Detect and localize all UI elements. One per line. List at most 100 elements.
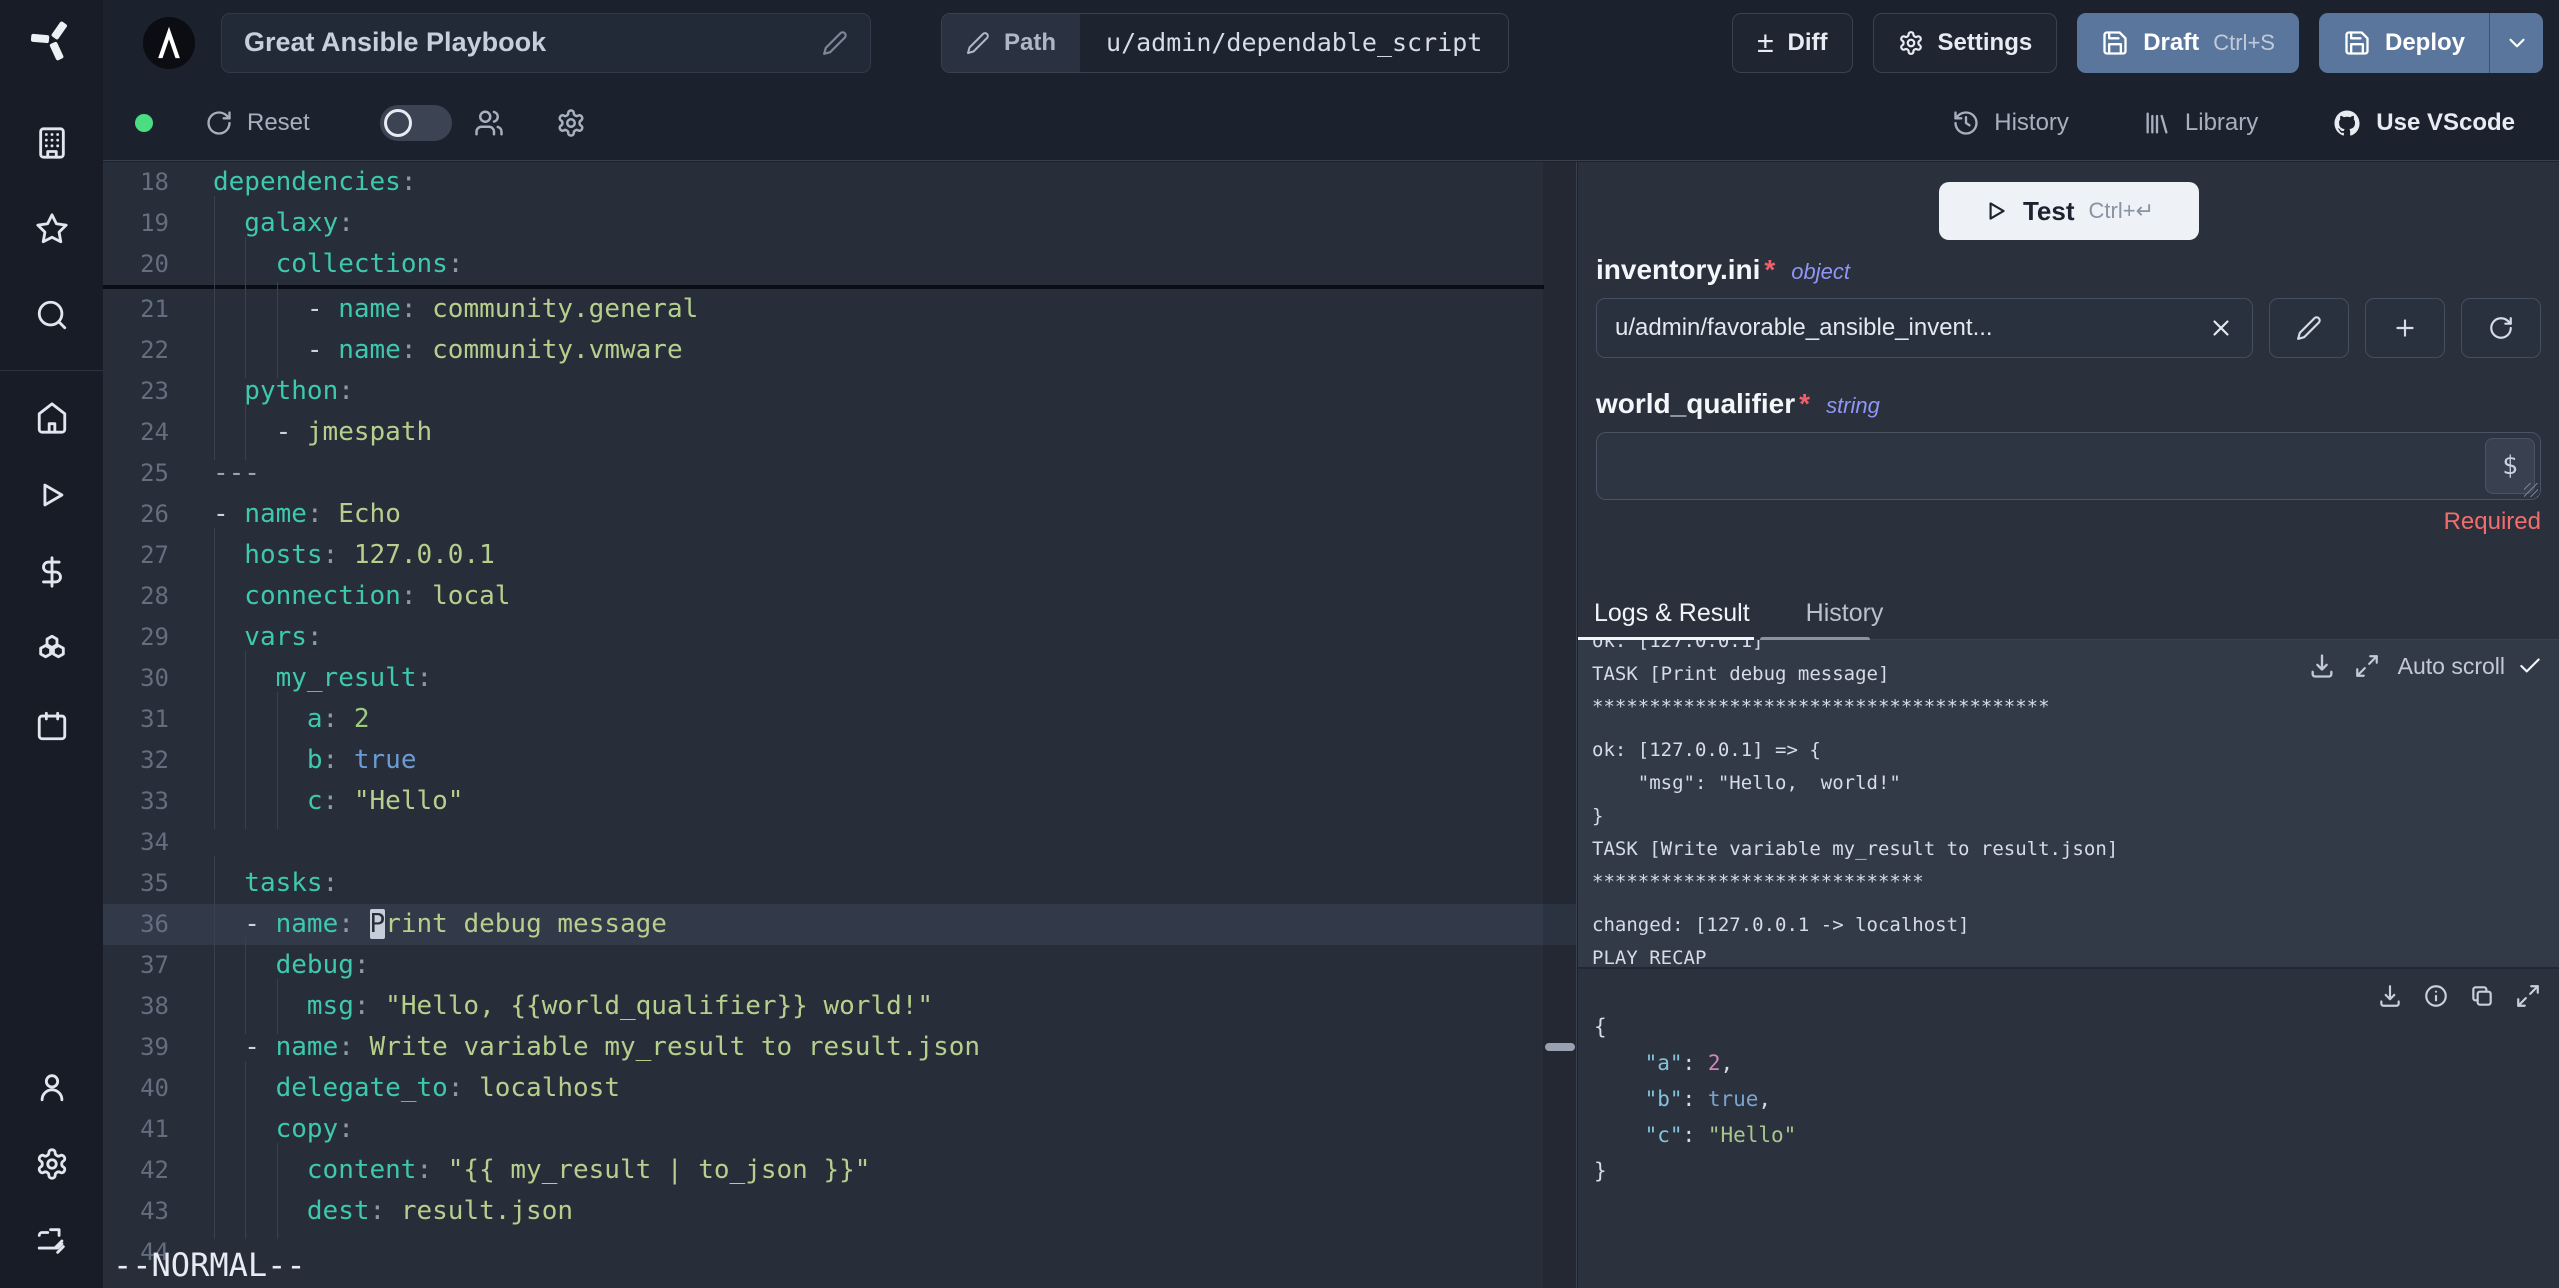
sidebar-item-home[interactable] [35, 401, 69, 435]
script-title-field[interactable]: Great Ansible Playbook [221, 12, 871, 73]
download-result-button[interactable] [2377, 983, 2403, 1009]
code-line-22[interactable]: 22 - name: community.vmware [103, 323, 1576, 378]
deploy-more-button[interactable] [2489, 12, 2543, 73]
code-line-25[interactable]: 25 --- [103, 453, 1576, 494]
diff-mode-toggle[interactable] [379, 104, 452, 141]
use-vscode-button[interactable]: Use VScode [2326, 107, 2521, 139]
log-output[interactable]: ok: [127.0.0.1] TASK [Print debug message… [1578, 640, 2559, 967]
code-line-43[interactable]: 43 dest: result.json [103, 1184, 1576, 1239]
field-label-world-qualifier: world_qualifier * string [1596, 388, 1880, 419]
code-line-41[interactable]: 41 copy: [103, 1102, 1576, 1157]
expand-result-button[interactable] [2515, 983, 2541, 1009]
code-line-39[interactable]: 39 - name: Write variable my_result to r… [103, 1020, 1576, 1075]
code-line-32[interactable]: 32 b: true [103, 733, 1576, 788]
code-line-38[interactable]: 38 msg: "Hello, {{world_qualifier}} worl… [103, 979, 1576, 1034]
sidebar-item-favorites[interactable] [35, 212, 69, 246]
diff-button[interactable]: ± Diff [1732, 12, 1853, 73]
log-line: TASK [Write variable my_result to result… [1592, 838, 2119, 860]
path-label: Path [1004, 28, 1057, 56]
line-number: 31 [140, 705, 169, 733]
code-line-28[interactable]: 28 connection: local [103, 569, 1576, 624]
result-line: } [1594, 1159, 1607, 1183]
code-line-34[interactable]: 34 [103, 822, 1576, 863]
copy-result-button[interactable] [2469, 983, 2495, 1009]
resize-grip-icon[interactable] [2524, 483, 2538, 497]
sidebar-item-search[interactable] [35, 298, 69, 332]
code-line-44[interactable]: 44 [103, 1232, 1576, 1273]
sidebar-item-resources[interactable] [35, 632, 69, 666]
sidebar-item-schedules[interactable] [35, 709, 69, 743]
expand-logs-button[interactable] [2354, 653, 2380, 679]
code-line-37[interactable]: 37 debug: [103, 938, 1576, 993]
code-line-24[interactable]: 24 - jmespath [103, 405, 1576, 460]
code-line-31[interactable]: 31 a: 2 [103, 692, 1576, 747]
editor-scrollbar[interactable] [1543, 162, 1576, 1288]
code-text: a: 2 [169, 692, 370, 747]
settings-button[interactable]: Settings [1872, 12, 2058, 73]
refresh-resource-button[interactable] [2461, 298, 2541, 358]
history-button[interactable]: History [1946, 108, 2075, 138]
code-line-42[interactable]: 42 content: "{{ my_result | to_json }}" [103, 1143, 1576, 1198]
log-line: ***************************** [1592, 871, 1924, 893]
toggle-knob [383, 108, 412, 137]
code-line-35[interactable]: 35 tasks: [103, 856, 1576, 911]
pencil-icon [967, 31, 989, 54]
sidebar-nav-bottom [35, 1070, 69, 1288]
sidebar-item-account[interactable] [35, 1070, 69, 1104]
code-text: - name: Print debug message [169, 897, 667, 952]
log-line: **************************************** [1592, 696, 2050, 718]
line-number: 32 [140, 746, 169, 774]
add-resource-button[interactable] [2365, 298, 2445, 358]
deploy-button[interactable]: Deploy [2318, 12, 2489, 73]
code-line-30[interactable]: 30 my_result: [103, 651, 1576, 706]
world-qualifier-input[interactable]: $ [1596, 432, 2541, 500]
pencil-icon [823, 30, 847, 55]
code-line-33[interactable]: 33 c: "Hello" [103, 774, 1576, 829]
sidebar-item-workspace[interactable] [35, 126, 69, 160]
code-line-27[interactable]: 27 hosts: 127.0.0.1 [103, 528, 1576, 583]
code-line-23[interactable]: 23 python: [103, 364, 1576, 419]
code-text: my_result: [169, 651, 432, 706]
gear-icon [37, 1148, 66, 1180]
reset-button[interactable]: Reset [199, 108, 316, 138]
result-tabs: Logs & Result History [1578, 588, 2559, 642]
code-line-36[interactable]: 36 - name: Print debug message [103, 897, 1576, 952]
path-button[interactable]: Path u/admin/dependable_script [941, 12, 1510, 73]
tab-logs-result[interactable]: Logs & Result [1594, 599, 1750, 628]
code-line-18[interactable]: 18 dependencies: [103, 162, 1576, 203]
editor-settings-button[interactable] [556, 108, 586, 138]
edit-resource-button[interactable] [2269, 298, 2349, 358]
result-panel: { "a": 2, "b": true, "c": "Hello"} [1578, 967, 2559, 1288]
sidebar-item-settings[interactable] [35, 1147, 69, 1181]
library-button[interactable]: Library [2137, 108, 2264, 138]
code-text: - name: community.general [169, 282, 698, 337]
code-line-21[interactable]: 21 - name: community.general [103, 282, 1576, 337]
field-type: object [1791, 259, 1851, 284]
code-line-19[interactable]: 19 galaxy: [103, 196, 1576, 251]
line-number: 20 [140, 250, 169, 278]
inventory-resource-input[interactable]: u/admin/favorable_ansible_invent... [1596, 298, 2253, 358]
calendar-icon [37, 711, 66, 741]
code-line-40[interactable]: 40 delegate_to: localhost [103, 1061, 1576, 1116]
result-info-button[interactable] [2423, 983, 2449, 1009]
panel-resize-handle[interactable] [1545, 1043, 1575, 1051]
sidebar-item-logout[interactable] [35, 1224, 69, 1258]
download-logs-button[interactable] [2308, 652, 2336, 680]
tab-history[interactable]: History [1806, 599, 1884, 628]
clear-resource-button[interactable] [2208, 315, 2234, 341]
collaborators-button[interactable] [474, 108, 504, 138]
code-line-29[interactable]: 29 vars: [103, 610, 1576, 665]
draft-button[interactable]: Draft Ctrl+S [2077, 12, 2299, 73]
code-editor[interactable]: 18 dependencies: 19 galaxy: 20 collections:… [103, 162, 1577, 1288]
code-line-20[interactable]: 20 collections: [103, 237, 1576, 292]
autoscroll-toggle[interactable]: Auto scroll [2398, 653, 2543, 680]
sidebar-item-variables[interactable] [35, 555, 69, 589]
code-text: - jmespath [169, 405, 432, 460]
windmill-logo[interactable] [28, 16, 76, 64]
ansible-icon [143, 16, 195, 69]
test-button[interactable]: Test Ctrl+↵ [1938, 182, 2199, 240]
history-icon [1954, 110, 1978, 135]
code-line-26[interactable]: 26 - name: Echo [103, 494, 1576, 535]
sidebar-item-runs[interactable] [35, 478, 69, 512]
edit-title-button[interactable] [822, 30, 848, 56]
